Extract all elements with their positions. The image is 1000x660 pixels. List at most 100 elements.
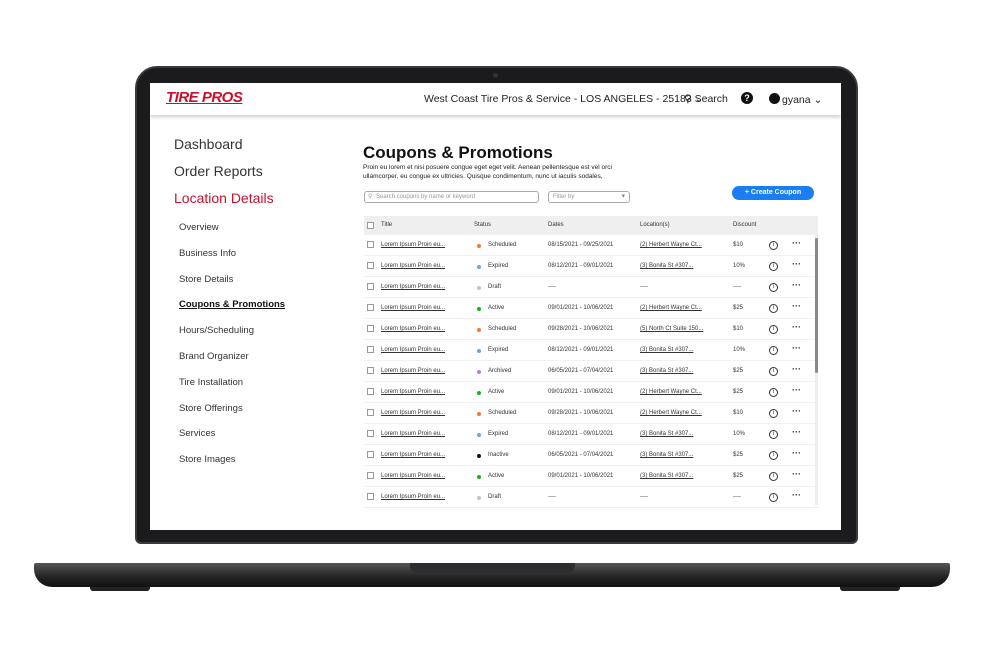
col-title[interactable]: Title: [381, 222, 392, 228]
row-checkbox[interactable]: [367, 241, 374, 248]
locations-link[interactable]: ----: [640, 284, 648, 290]
subnav-item-business-info[interactable]: Business Info: [179, 248, 236, 259]
create-coupon-button[interactable]: + Create Coupon: [732, 186, 814, 200]
coupon-title-link[interactable]: Lorem Ipsum Proin eu...: [381, 389, 445, 395]
coupon-title-link[interactable]: Lorem Ipsum Proin eu...: [381, 347, 445, 353]
locations-link[interactable]: (5) North Ct Suite 150...: [640, 326, 703, 332]
row-checkbox[interactable]: [367, 388, 374, 395]
discount: $10: [733, 326, 744, 332]
table-row: Lorem Ipsum Proin eu... Active 09/01/202…: [364, 466, 818, 487]
more-options-icon[interactable]: ···: [792, 385, 801, 395]
user-menu[interactable]: gyana ⌄: [769, 93, 822, 106]
info-icon[interactable]: i: [769, 409, 778, 418]
coupon-title-link[interactable]: Lorem Ipsum Proin eu...: [381, 284, 445, 290]
more-options-icon[interactable]: ···: [792, 343, 801, 353]
row-checkbox[interactable]: [367, 451, 374, 458]
more-options-icon[interactable]: ···: [792, 259, 801, 269]
coupon-title-link[interactable]: Lorem Ipsum Proin eu...: [381, 326, 445, 332]
locations-link[interactable]: (2) Herbert Wayne Ct...: [640, 389, 702, 395]
search-button[interactable]: ⚲ Search: [684, 93, 728, 105]
info-icon[interactable]: i: [769, 241, 778, 250]
more-options-icon[interactable]: ···: [792, 490, 801, 500]
coupon-title-link[interactable]: Lorem Ipsum Proin eu...: [381, 305, 445, 311]
info-icon[interactable]: i: [769, 451, 778, 460]
locations-link[interactable]: (2) Herbert Wayne Ct...: [640, 305, 702, 311]
row-checkbox[interactable]: [367, 304, 374, 311]
coupon-title-link[interactable]: Lorem Ipsum Proin eu...: [381, 368, 445, 374]
row-checkbox[interactable]: [367, 283, 374, 290]
info-icon[interactable]: i: [769, 346, 778, 355]
page-description: Proin eu lorem et nisi posuere congue eg…: [363, 164, 612, 180]
subnav-item-store-details[interactable]: Store Details: [179, 274, 233, 285]
row-checkbox[interactable]: [367, 325, 374, 332]
row-checkbox[interactable]: [367, 262, 374, 269]
more-options-icon[interactable]: ···: [792, 322, 801, 332]
sidebar-item-order-reports[interactable]: Order Reports: [174, 163, 263, 179]
row-checkbox[interactable]: [367, 409, 374, 416]
info-icon[interactable]: i: [769, 325, 778, 334]
info-icon[interactable]: i: [769, 430, 778, 439]
info-icon[interactable]: i: [769, 388, 778, 397]
col-locations[interactable]: Location(s): [640, 222, 670, 228]
more-options-icon[interactable]: ···: [792, 427, 801, 437]
col-dates[interactable]: Dates: [548, 222, 564, 228]
locations-link[interactable]: (2) Herbert Wayne Ct...: [640, 410, 702, 416]
info-icon[interactable]: i: [769, 493, 778, 502]
coupon-title-link[interactable]: Lorem Ipsum Proin eu...: [381, 431, 445, 437]
info-icon[interactable]: i: [769, 472, 778, 481]
sidebar-item-location-details[interactable]: Location Details: [174, 190, 274, 206]
locations-link[interactable]: (3) Bonita St #307...: [640, 452, 693, 458]
more-options-icon[interactable]: ···: [792, 406, 801, 416]
subnav-item-store-images[interactable]: Store Images: [179, 454, 236, 465]
locations-link[interactable]: ----: [640, 494, 648, 500]
status-dot: [477, 475, 481, 479]
info-icon[interactable]: i: [769, 262, 778, 271]
subnav-item-overview[interactable]: Overview: [179, 222, 219, 233]
more-options-icon[interactable]: ···: [792, 448, 801, 458]
subnav-item-brand-organizer[interactable]: Brand Organizer: [179, 351, 249, 362]
subnav-item-coupons-promotions[interactable]: Coupons & Promotions: [179, 299, 285, 310]
more-options-icon[interactable]: ···: [792, 280, 801, 290]
coupon-title-link[interactable]: Lorem Ipsum Proin eu...: [381, 452, 445, 458]
laptop-foot: [840, 587, 900, 591]
info-icon[interactable]: i: [769, 367, 778, 376]
screen: TIRE PROS West Coast Tire Pros & Service…: [150, 83, 841, 530]
col-discount[interactable]: Discount: [733, 222, 756, 228]
coupon-title-link[interactable]: Lorem Ipsum Proin eu...: [381, 494, 445, 500]
info-icon[interactable]: i: [769, 304, 778, 313]
row-checkbox[interactable]: [367, 472, 374, 479]
info-icon[interactable]: i: [769, 283, 778, 292]
locations-link[interactable]: (3) Bonita St #307...: [640, 473, 693, 479]
row-checkbox[interactable]: [367, 493, 374, 500]
tire-pros-logo[interactable]: TIRE PROS: [166, 89, 243, 106]
coupon-title-link[interactable]: Lorem Ipsum Proin eu...: [381, 263, 445, 269]
col-status[interactable]: Status: [474, 222, 491, 228]
sidebar-item-dashboard[interactable]: Dashboard: [174, 136, 243, 152]
coupon-title-link[interactable]: Lorem Ipsum Proin eu...: [381, 242, 445, 248]
locations-link[interactable]: (2) Herbert Wayne Ct...: [640, 242, 702, 248]
coupon-title-link[interactable]: Lorem Ipsum Proin eu...: [381, 473, 445, 479]
more-options-icon[interactable]: ···: [792, 238, 801, 248]
select-all-checkbox[interactable]: [367, 222, 374, 229]
coupon-title-link[interactable]: Lorem Ipsum Proin eu...: [381, 410, 445, 416]
locations-link[interactable]: (3) Bonita St #307...: [640, 368, 693, 374]
subnav-item-store-offerings[interactable]: Store Offerings: [179, 403, 243, 414]
row-checkbox[interactable]: [367, 346, 374, 353]
location-selector[interactable]: West Coast Tire Pros & Service - LOS ANG…: [424, 93, 703, 105]
locations-link[interactable]: (3) Bonita St #307...: [640, 347, 693, 353]
locations-link[interactable]: (3) Bonita St #307...: [640, 263, 693, 269]
search-input[interactable]: ⚲ Search coupons by name or keyword: [364, 191, 539, 203]
more-options-icon[interactable]: ···: [792, 301, 801, 311]
more-options-icon[interactable]: ···: [792, 364, 801, 374]
row-checkbox[interactable]: [367, 430, 374, 437]
subnav-item-services[interactable]: Services: [179, 428, 215, 439]
locations-link[interactable]: (3) Bonita St #307...: [640, 431, 693, 437]
scrollbar-thumb[interactable]: [815, 238, 818, 373]
more-options-icon[interactable]: ···: [792, 469, 801, 479]
row-checkbox[interactable]: [367, 367, 374, 374]
subnav-item-hours-scheduling[interactable]: Hours/Scheduling: [179, 325, 254, 336]
subnav-item-tire-installation[interactable]: Tire Installation: [179, 377, 243, 388]
help-icon[interactable]: ?: [741, 92, 753, 104]
filter-dropdown[interactable]: Filter by: [548, 191, 630, 203]
status-dot: [477, 370, 481, 374]
